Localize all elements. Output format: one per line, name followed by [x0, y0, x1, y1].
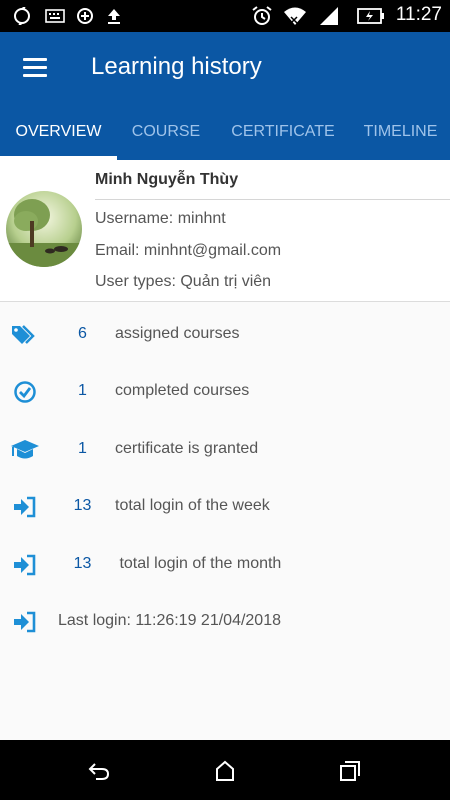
wifi-icon: [282, 6, 308, 26]
status-bar: 11:27: [0, 0, 450, 32]
divider: [95, 199, 450, 200]
battery-charging-icon: [356, 6, 386, 26]
stat-value: 1: [78, 382, 87, 399]
stat-label: total login of the month: [115, 555, 282, 572]
profile-name: Minh Nguyễn Thùy: [95, 171, 239, 188]
status-time: 11:27: [395, 4, 442, 25]
tab-bar: OVERVIEW COURSE CERTIFICATE TIMELINE: [0, 118, 450, 160]
login-icon: [10, 551, 40, 579]
stat-assigned-courses: 6 assigned courses: [0, 315, 450, 355]
data-saver-icon: [75, 6, 95, 26]
stat-label: completed courses: [115, 382, 250, 399]
graduation-cap-icon: [10, 436, 40, 464]
check-circle-icon: [10, 378, 40, 406]
tab-overview[interactable]: OVERVIEW: [0, 118, 117, 160]
back-icon[interactable]: [86, 758, 112, 784]
recent-apps-icon[interactable]: [337, 758, 363, 784]
upload-icon: [104, 6, 124, 26]
stat-value: 13: [73, 555, 92, 572]
profile-email: Email: minhnt@gmail.com: [95, 242, 282, 259]
alarm-icon: [250, 6, 274, 26]
login-icon: [10, 608, 40, 636]
stat-certificates: 1 certificate is granted: [0, 430, 450, 470]
profile-user-type: User types: Quản trị viên: [95, 273, 272, 290]
stat-completed-courses: 1 completed courses: [0, 372, 450, 412]
stat-value: 6: [78, 325, 87, 342]
app-bar: Learning history OVERVIEW COURSE CERTIFI…: [0, 32, 450, 160]
sync-icon: [12, 6, 32, 26]
tab-timeline[interactable]: TIMELINE: [351, 118, 450, 160]
stat-label: certificate is granted: [115, 440, 259, 457]
avatar[interactable]: [6, 191, 82, 267]
page-title: Learning history: [91, 53, 262, 80]
stat-login-month: 13 total login of the month: [0, 545, 450, 585]
tab-certificate[interactable]: CERTIFICATE: [215, 118, 351, 160]
login-icon: [10, 493, 40, 521]
stat-label: assigned courses: [115, 325, 240, 342]
last-login-row: Last login: 11:26:19 21/04/2018: [0, 602, 450, 642]
tags-icon: [10, 321, 40, 349]
system-nav-bar: [0, 740, 450, 800]
home-icon[interactable]: [212, 758, 238, 784]
tab-course[interactable]: COURSE: [117, 118, 215, 160]
stat-login-week: 13 total login of the week: [0, 487, 450, 527]
signal-icon: [318, 6, 340, 26]
profile-username: Username: minhnt: [95, 210, 226, 227]
menu-button[interactable]: [16, 52, 56, 82]
stat-value: 13: [73, 497, 92, 514]
stat-label: total login of the week: [115, 497, 270, 514]
profile-card: Minh Nguyễn Thùy Username: minhnt Email:…: [0, 160, 450, 302]
stat-value: 1: [78, 440, 87, 457]
menu-icon: [23, 57, 47, 61]
last-login-text: Last login: 11:26:19 21/04/2018: [58, 612, 281, 629]
keyboard-icon: [44, 6, 66, 26]
